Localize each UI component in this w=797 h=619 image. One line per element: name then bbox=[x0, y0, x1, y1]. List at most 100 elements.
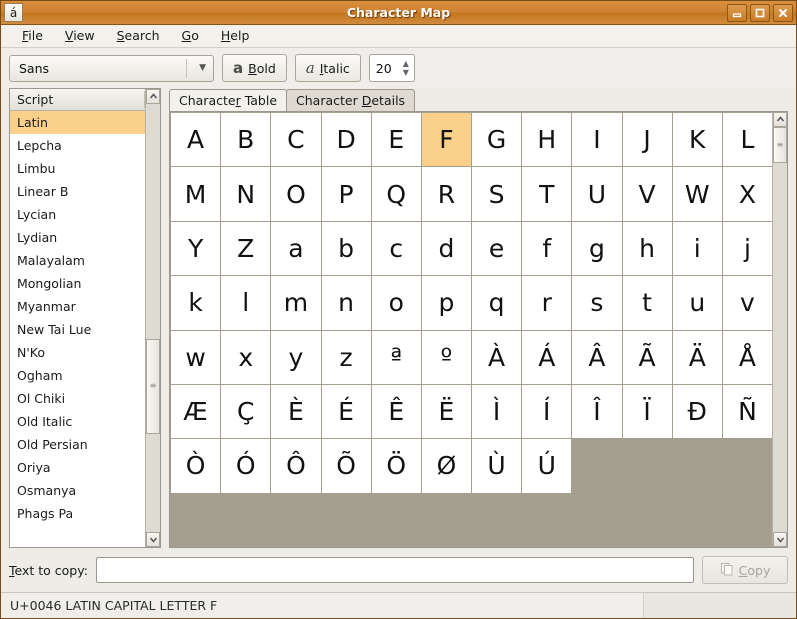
character-cell[interactable]: Ç bbox=[221, 384, 271, 439]
character-cell[interactable]: r bbox=[522, 276, 572, 330]
character-cell[interactable]: i bbox=[672, 221, 722, 276]
script-list-item[interactable]: Lepcha bbox=[10, 134, 145, 157]
minimize-button[interactable] bbox=[727, 3, 747, 22]
character-cell[interactable]: u bbox=[672, 276, 722, 330]
character-cell[interactable]: T bbox=[522, 167, 572, 221]
script-list-item[interactable]: New Tai Lue bbox=[10, 318, 145, 341]
script-list-item[interactable]: N'Ko bbox=[10, 341, 145, 364]
character-cell[interactable]: J bbox=[622, 113, 672, 167]
scroll-thumb[interactable]: ≡ bbox=[773, 127, 787, 164]
character-cell[interactable]: Ú bbox=[522, 439, 572, 493]
menu-item-search[interactable]: Search bbox=[106, 27, 171, 46]
script-list-item[interactable]: Linear B bbox=[10, 180, 145, 203]
tab-character-table[interactable]: Character Table bbox=[169, 89, 288, 111]
character-cell[interactable]: g bbox=[572, 221, 622, 276]
spinner-arrows[interactable]: ▲ ▼ bbox=[400, 55, 412, 81]
character-cell[interactable]: Ï bbox=[622, 384, 672, 439]
character-cell[interactable]: j bbox=[722, 221, 772, 276]
character-cell[interactable]: F bbox=[421, 113, 471, 167]
script-list-item[interactable]: Myanmar bbox=[10, 295, 145, 318]
character-cell[interactable]: v bbox=[722, 276, 772, 330]
script-list-item[interactable]: Phags Pa bbox=[10, 502, 145, 525]
font-family-combobox[interactable]: Sans ▼ bbox=[9, 54, 214, 82]
character-cell[interactable]: Ã bbox=[622, 330, 672, 384]
character-cell[interactable]: B bbox=[221, 113, 271, 167]
character-cell[interactable]: S bbox=[472, 167, 522, 221]
scroll-track[interactable]: ≡ bbox=[773, 127, 787, 532]
character-cell[interactable]: Ê bbox=[371, 384, 421, 439]
script-list-item[interactable]: Limbu bbox=[10, 157, 145, 180]
character-cell[interactable]: e bbox=[472, 221, 522, 276]
character-cell[interactable]: ª bbox=[371, 330, 421, 384]
character-cell[interactable]: Ø bbox=[421, 439, 471, 493]
scroll-track[interactable]: ≡ bbox=[146, 104, 160, 532]
script-list-item[interactable]: Ol Chiki bbox=[10, 387, 145, 410]
character-cell[interactable]: W bbox=[672, 167, 722, 221]
character-cell[interactable]: q bbox=[472, 276, 522, 330]
character-cell[interactable]: Ö bbox=[371, 439, 421, 493]
character-cell[interactable]: Ì bbox=[472, 384, 522, 439]
character-cell[interactable]: É bbox=[321, 384, 371, 439]
character-cell[interactable]: h bbox=[622, 221, 672, 276]
character-cell[interactable]: Í bbox=[522, 384, 572, 439]
character-cell[interactable]: Ñ bbox=[722, 384, 772, 439]
character-cell[interactable]: m bbox=[271, 276, 321, 330]
scroll-up-button[interactable] bbox=[773, 112, 787, 127]
character-cell[interactable]: Î bbox=[572, 384, 622, 439]
character-cell[interactable]: V bbox=[622, 167, 672, 221]
character-cell[interactable]: b bbox=[321, 221, 371, 276]
character-cell[interactable]: P bbox=[321, 167, 371, 221]
font-size-value[interactable]: 20 bbox=[370, 61, 392, 76]
character-cell[interactable]: A bbox=[171, 113, 221, 167]
character-cell[interactable]: Å bbox=[722, 330, 772, 384]
character-cell[interactable]: o bbox=[371, 276, 421, 330]
maximize-button[interactable] bbox=[750, 3, 770, 22]
character-cell[interactable]: p bbox=[421, 276, 471, 330]
script-list-item[interactable]: Lycian bbox=[10, 203, 145, 226]
text-to-copy-input[interactable] bbox=[95, 557, 694, 583]
scroll-up-button[interactable] bbox=[146, 89, 160, 104]
character-cell[interactable]: k bbox=[171, 276, 221, 330]
menu-item-file[interactable]: File bbox=[11, 27, 54, 46]
character-cell[interactable]: R bbox=[421, 167, 471, 221]
character-cell[interactable]: t bbox=[622, 276, 672, 330]
character-cell[interactable]: O bbox=[271, 167, 321, 221]
character-cell[interactable]: c bbox=[371, 221, 421, 276]
character-cell[interactable]: G bbox=[472, 113, 522, 167]
menu-item-view[interactable]: View bbox=[54, 27, 106, 46]
character-cell[interactable]: Ó bbox=[221, 439, 271, 493]
script-list[interactable]: Latin Lepcha Limbu Linear B Lycian Lydian Mala… bbox=[10, 111, 145, 547]
character-cell[interactable]: Q bbox=[371, 167, 421, 221]
script-list-item[interactable]: Ogham bbox=[10, 364, 145, 387]
script-list-scrollbar[interactable]: ≡ bbox=[145, 89, 160, 547]
script-list-item[interactable]: Malayalam bbox=[10, 249, 145, 272]
character-cell[interactable]: K bbox=[672, 113, 722, 167]
character-cell[interactable]: s bbox=[572, 276, 622, 330]
spinner-down-icon[interactable]: ▼ bbox=[403, 68, 409, 77]
script-list-item[interactable]: Mongolian bbox=[10, 272, 145, 295]
menu-item-help[interactable]: Help bbox=[210, 27, 261, 46]
character-cell[interactable]: E bbox=[371, 113, 421, 167]
character-cell[interactable]: d bbox=[421, 221, 471, 276]
script-list-item[interactable]: Lydian bbox=[10, 226, 145, 249]
character-cell[interactable]: L bbox=[722, 113, 772, 167]
character-cell[interactable]: H bbox=[522, 113, 572, 167]
script-list-item[interactable]: Osmanya bbox=[10, 479, 145, 502]
character-cell[interactable]: U bbox=[572, 167, 622, 221]
scroll-thumb[interactable]: ≡ bbox=[146, 339, 160, 434]
character-map-app-icon[interactable]: á bbox=[4, 3, 23, 22]
copy-button[interactable]: Copy bbox=[702, 556, 788, 584]
character-cell[interactable]: N bbox=[221, 167, 271, 221]
character-cell[interactable]: È bbox=[271, 384, 321, 439]
character-cell[interactable]: y bbox=[271, 330, 321, 384]
character-cell[interactable]: l bbox=[221, 276, 271, 330]
character-table-scrollbar[interactable]: ≡ bbox=[772, 112, 787, 547]
character-cell[interactable]: Ù bbox=[472, 439, 522, 493]
font-size-spinner[interactable]: 20 ▲ ▼ bbox=[368, 54, 415, 82]
character-cell[interactable]: Ë bbox=[421, 384, 471, 439]
character-cell[interactable]: X bbox=[722, 167, 772, 221]
character-cell[interactable]: Â bbox=[572, 330, 622, 384]
scroll-down-button[interactable] bbox=[146, 532, 160, 547]
character-cell[interactable]: a bbox=[271, 221, 321, 276]
script-list-item[interactable]: Old Persian bbox=[10, 433, 145, 456]
